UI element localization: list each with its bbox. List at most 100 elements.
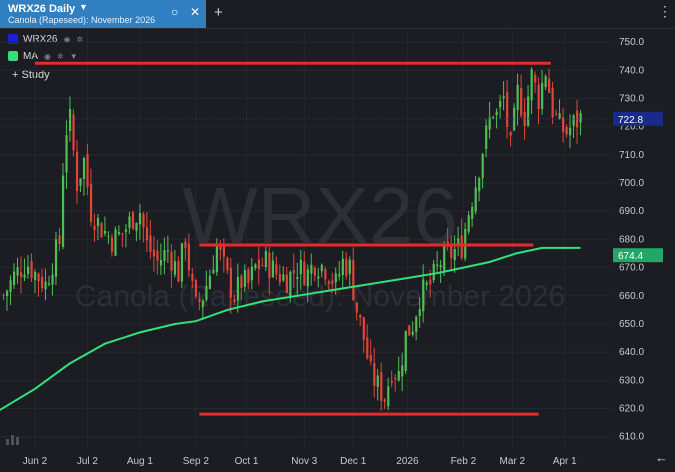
tab-bar: WRX26 Daily ▼ Canola (Rapeseed): Novembe… [0, 0, 675, 29]
candle-body [348, 259, 351, 274]
candle-body [310, 264, 313, 274]
candle-body [450, 244, 453, 258]
back-arrow-icon[interactable]: ← [655, 450, 668, 465]
candle-body [243, 270, 246, 287]
candle-body [506, 92, 509, 127]
candle-body [548, 78, 551, 93]
more-icon[interactable]: ⋮ [658, 3, 672, 20]
candle-body [93, 225, 96, 231]
candle-body [156, 250, 159, 261]
candle-body [54, 239, 58, 277]
candle-body [380, 372, 383, 401]
candle-body [341, 258, 344, 275]
candle-body [306, 269, 309, 287]
candle-body [460, 235, 463, 258]
candle-body [16, 267, 19, 276]
candle-body [47, 283, 51, 285]
candle-body [569, 127, 572, 136]
candle-body [334, 273, 337, 283]
candle-body [236, 276, 240, 301]
chevron-down-icon[interactable]: ▼ [79, 2, 88, 12]
candle-body [418, 309, 421, 317]
y-tick-label: 700.0 [619, 178, 644, 189]
close-icon[interactable]: ✕ [190, 5, 200, 19]
candle-body [383, 399, 386, 402]
candle-body [72, 114, 75, 151]
candle-body [520, 88, 523, 116]
candle-body [478, 178, 481, 192]
y-tick-label: 630.0 [619, 375, 644, 386]
candle-body [5, 290, 9, 296]
candle-body [187, 243, 191, 271]
candle-body [324, 268, 327, 280]
candle-body [492, 116, 495, 118]
candle-body [485, 125, 488, 149]
candle-body [439, 265, 442, 268]
candle-body [229, 267, 233, 298]
x-tick-label: Nov 3 [291, 456, 318, 467]
x-tick-label: Mar 2 [500, 456, 526, 467]
candle-body [436, 264, 439, 267]
candle-body [352, 260, 355, 300]
candle-body [86, 153, 89, 188]
y-tick-label: 660.0 [619, 291, 644, 302]
x-tick-label: Oct 1 [235, 456, 259, 467]
y-tick-label: 680.0 [619, 234, 644, 245]
ma-price-badge: 674.4 [618, 251, 643, 262]
candle-body [135, 222, 138, 231]
candle-body [359, 314, 362, 318]
candle-body [215, 244, 219, 273]
candle-body [19, 272, 23, 278]
candle-body [240, 275, 243, 288]
candle-body [481, 154, 484, 179]
circle-icon[interactable]: ○ [171, 5, 178, 19]
candle-body [9, 280, 12, 292]
price-chart[interactable]: WRX26Canola (Rapeseed): November 2026 75… [0, 28, 675, 472]
candle-body [558, 113, 561, 119]
candle-body [369, 355, 372, 362]
x-tick-label: Sep 2 [183, 456, 210, 467]
candle-body [373, 362, 376, 386]
candle-body [145, 227, 149, 241]
candle-body [149, 235, 152, 252]
tab-title: WRX26 Daily [8, 3, 76, 15]
candle-body [12, 271, 16, 285]
candle-body [390, 381, 393, 384]
candle-body [376, 375, 379, 387]
y-tick-label: 640.0 [619, 347, 644, 358]
candle-body [285, 274, 288, 293]
candle-body [443, 246, 446, 271]
candle-body [429, 279, 432, 285]
watermark-description: Canola (Rapeseed): November 2026 [75, 280, 565, 313]
candle-body [268, 252, 271, 279]
candle-body [250, 266, 253, 281]
x-tick-label: Jun 2 [23, 456, 48, 467]
candle-body [33, 271, 37, 280]
candle-body [138, 212, 142, 225]
candle-body [117, 232, 121, 235]
candle-body [411, 331, 414, 335]
candle-body [453, 248, 456, 261]
candle-body [562, 117, 565, 132]
candle-body [37, 273, 40, 282]
logo-icon [6, 432, 22, 450]
candle-body [509, 132, 512, 136]
candle-body [205, 285, 208, 300]
candle-body [208, 275, 212, 289]
x-tick-label: Aug 1 [127, 456, 154, 467]
candle-body [502, 96, 505, 99]
last-price-badge: 722.8 [618, 115, 643, 126]
x-tick-label: 2026 [396, 456, 419, 467]
y-tick-label: 650.0 [619, 319, 644, 330]
candle-body [23, 274, 26, 278]
y-tick-label: 740.0 [619, 65, 644, 76]
chart-tab[interactable]: WRX26 Daily ▼ Canola (Rapeseed): Novembe… [0, 0, 206, 28]
candle-body [289, 271, 292, 298]
add-tab-icon[interactable]: + [214, 4, 223, 21]
candle-body [163, 250, 166, 262]
candle-body [89, 183, 93, 222]
candle-body [128, 216, 131, 228]
candle-body [124, 229, 128, 232]
candle-body [100, 223, 103, 238]
candle-body [338, 274, 341, 277]
